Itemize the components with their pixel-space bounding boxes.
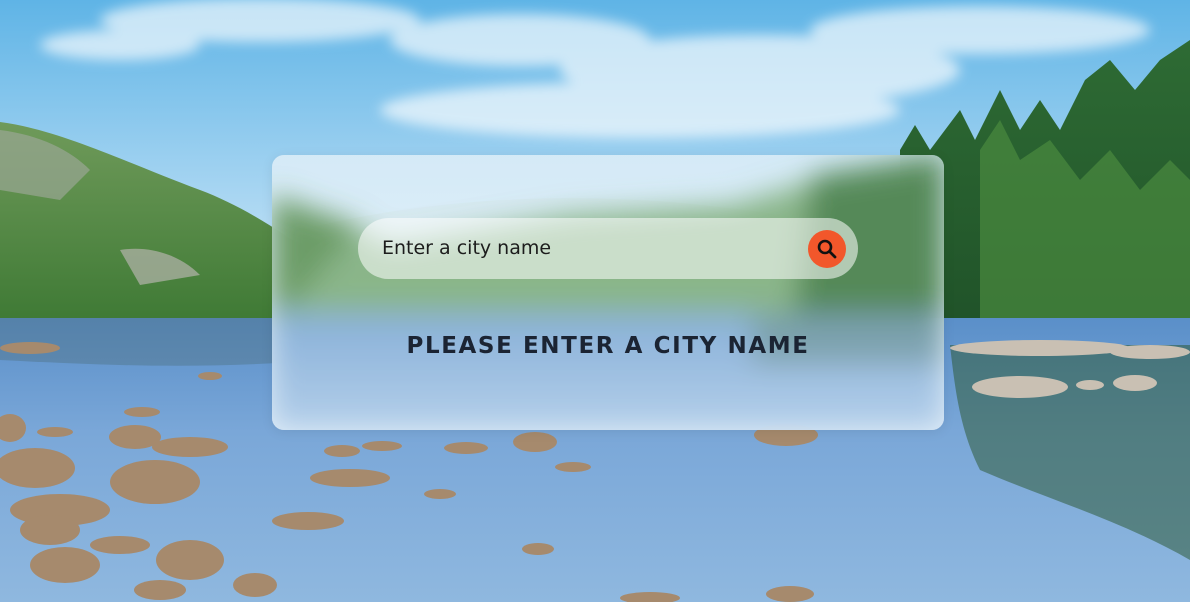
blurred-backdrop (272, 155, 944, 430)
city-search-input[interactable] (382, 232, 782, 264)
magnifier-icon (817, 239, 837, 259)
status-message: PLEASE ENTER A CITY NAME (406, 333, 810, 359)
search-bar (358, 218, 858, 279)
search-button[interactable] (808, 230, 846, 268)
search-card: PLEASE ENTER A CITY NAME (272, 155, 944, 430)
